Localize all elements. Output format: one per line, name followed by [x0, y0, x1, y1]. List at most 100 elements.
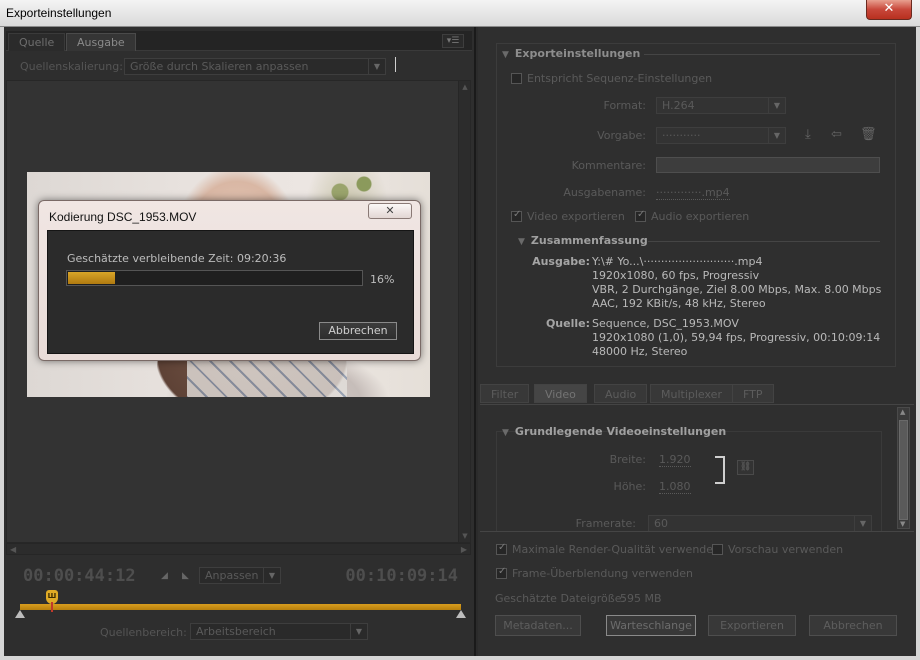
- summary-output-line: 1920x1080, 60 fps, Progressiv: [592, 269, 760, 282]
- basic-video-settings-header[interactable]: ▼ Grundlegende Videoeinstellungen: [502, 425, 726, 438]
- encoding-progress-fill: [68, 272, 115, 284]
- format-label: Format:: [603, 99, 646, 112]
- width-value[interactable]: 1.920: [659, 453, 691, 467]
- export-audio-label: Audio exportieren: [651, 210, 750, 223]
- window-close-button[interactable]: ✕: [866, 0, 912, 20]
- preview-vertical-scrollbar[interactable]: ▲ ▼: [458, 81, 470, 542]
- max-render-quality-checkbox[interactable]: [496, 542, 507, 555]
- tab-source[interactable]: Quelle: [8, 33, 66, 51]
- source-range-value: Arbeitsbereich: [196, 625, 276, 638]
- tab-audio[interactable]: Audio: [594, 384, 648, 403]
- divider: [648, 241, 880, 242]
- output-name-link[interactable]: ·············.mp4: [656, 186, 730, 200]
- tab-video[interactable]: Video: [534, 384, 587, 403]
- framerate-dropdown[interactable]: 60 ▼: [648, 515, 872, 532]
- output-name-label: Ausgabename:: [563, 186, 646, 199]
- estimated-file-size-value: 595 MB: [620, 592, 662, 605]
- source-scaling-dropdown[interactable]: Größe durch Skalieren anpassen ▼: [124, 58, 386, 75]
- preset-dropdown[interactable]: ··········· ▼: [656, 127, 786, 144]
- tab-ftp[interactable]: FTP: [732, 384, 774, 403]
- export-video-checkbox[interactable]: [511, 209, 522, 222]
- video-settings-area: [480, 404, 914, 541]
- queue-button[interactable]: Warteschlange: [606, 615, 696, 636]
- scroll-right-icon[interactable]: ▶: [461, 545, 467, 554]
- export-settings-title: Exporteinstellungen: [514, 47, 641, 60]
- width-label: Breite:: [609, 453, 646, 466]
- settings-scrollbar[interactable]: ▲ ▼: [897, 407, 910, 529]
- panel-menu-icon[interactable]: ▾☰: [442, 34, 464, 48]
- encoding-progress-bar: [66, 270, 363, 286]
- source-range-dropdown[interactable]: Arbeitsbereich ▼: [190, 623, 368, 640]
- estimated-file-size-label: Geschätzte Dateigröße:: [495, 592, 626, 605]
- encoding-progress-percent: 16%: [370, 273, 395, 286]
- tab-multiplexer[interactable]: Multiplexer: [650, 384, 733, 403]
- scroll-up-icon[interactable]: ▲: [461, 83, 469, 91]
- divider: [644, 54, 880, 55]
- mark-out-icon[interactable]: ◣: [182, 571, 189, 581]
- summary-source-line: 48000 Hz, Stereo: [592, 345, 688, 358]
- export-video-label: Video exportieren: [527, 210, 625, 223]
- encoding-cancel-button[interactable]: Abbrechen: [319, 322, 397, 340]
- use-preview-checkbox[interactable]: [712, 544, 723, 555]
- scroll-down-icon[interactable]: ▼: [900, 520, 905, 528]
- scroll-up-icon[interactable]: ▲: [900, 408, 905, 416]
- frame-blending-checkbox[interactable]: [496, 566, 507, 579]
- encoding-dialog-title: Kodierung DSC_1953.MOV: [49, 210, 197, 224]
- chain-link-icon[interactable]: ⛓: [737, 460, 754, 475]
- match-sequence-checkbox[interactable]: [511, 73, 522, 84]
- encoding-dialog-body: Geschätzte verbleibende Zeit: 09:20:36 1…: [47, 230, 414, 354]
- preset-label: Vorgabe:: [597, 129, 646, 142]
- summary-header[interactable]: ▼ Zusammenfassung: [518, 234, 648, 247]
- height-value[interactable]: 1.080: [659, 480, 691, 494]
- chevron-down-icon: ▼: [350, 624, 367, 639]
- in-point-handle[interactable]: [15, 610, 25, 618]
- encoding-dialog: Kodierung DSC_1953.MOV ✕ Geschätzte verb…: [38, 200, 421, 361]
- delete-preset-icon[interactable]: 🗑: [860, 127, 877, 142]
- format-value: H.264: [662, 99, 695, 112]
- encoding-dialog-close-button[interactable]: ✕: [368, 203, 412, 219]
- tab-output[interactable]: Ausgabe: [66, 33, 136, 51]
- summary-title: Zusammenfassung: [530, 234, 648, 247]
- mark-in-icon[interactable]: ◢: [161, 571, 168, 581]
- export-audio-checkbox[interactable]: [635, 209, 646, 222]
- playhead-line: [51, 602, 53, 612]
- chevron-down-icon: ▼: [768, 128, 785, 143]
- link-bracket: [715, 456, 725, 484]
- settings-subtabs: Filter Video Audio Multiplexer FTP: [480, 384, 914, 404]
- preset-value: ···········: [662, 129, 701, 142]
- out-point-handle[interactable]: [456, 610, 466, 618]
- frame-blending-label: Frame-Überblendung verwenden: [512, 567, 694, 580]
- source-scaling-value: Größe durch Skalieren anpassen: [130, 60, 309, 73]
- save-preset-icon[interactable]: ⤓: [805, 127, 811, 142]
- chevron-down-icon: ▼: [854, 516, 871, 531]
- import-preset-icon[interactable]: ⇦: [831, 127, 842, 142]
- chevron-down-icon: ▼: [263, 568, 280, 583]
- framerate-value: 60: [654, 517, 668, 530]
- comments-input[interactable]: [656, 157, 880, 173]
- current-timecode[interactable]: 00:00:44:12: [23, 566, 136, 586]
- zoom-dropdown[interactable]: Anpassen ▼: [199, 567, 281, 584]
- close-icon: ✕: [385, 204, 395, 217]
- format-dropdown[interactable]: H.264 ▼: [656, 97, 786, 114]
- work-area-bar[interactable]: [20, 604, 461, 610]
- cancel-button[interactable]: Abbrechen: [809, 615, 897, 636]
- summary-source-key: Quelle:: [545, 317, 590, 330]
- close-icon: ✕: [883, 1, 895, 16]
- duration-timecode: 00:10:09:14: [345, 566, 458, 586]
- expand-triangle-icon[interactable]: ▼: [502, 428, 509, 438]
- preview-horizontal-scrollbar[interactable]: ◀ ▶: [6, 543, 471, 555]
- zoom-value: Anpassen: [205, 569, 259, 582]
- expand-triangle-icon[interactable]: ▼: [518, 237, 525, 247]
- export-settings-header[interactable]: ▼ Exporteinstellungen: [502, 47, 640, 60]
- metadata-button[interactable]: Metadaten...: [495, 615, 581, 636]
- scroll-down-icon[interactable]: ▼: [461, 532, 469, 540]
- source-range-label: Quellenbereich:: [100, 626, 187, 639]
- scroll-left-icon[interactable]: ◀: [10, 545, 16, 554]
- framerate-label: Framerate:: [575, 517, 636, 530]
- export-button[interactable]: Exportieren: [708, 615, 796, 636]
- summary-output-line: VBR, 2 Durchgänge, Ziel 8.00 Mbps, Max. …: [592, 283, 882, 296]
- scrollbar-thumb[interactable]: [899, 420, 908, 520]
- summary-output-line: Y:\# Yo...\··························.mp…: [592, 255, 763, 268]
- tab-filter[interactable]: Filter: [480, 384, 530, 403]
- expand-triangle-icon[interactable]: ▼: [502, 50, 509, 60]
